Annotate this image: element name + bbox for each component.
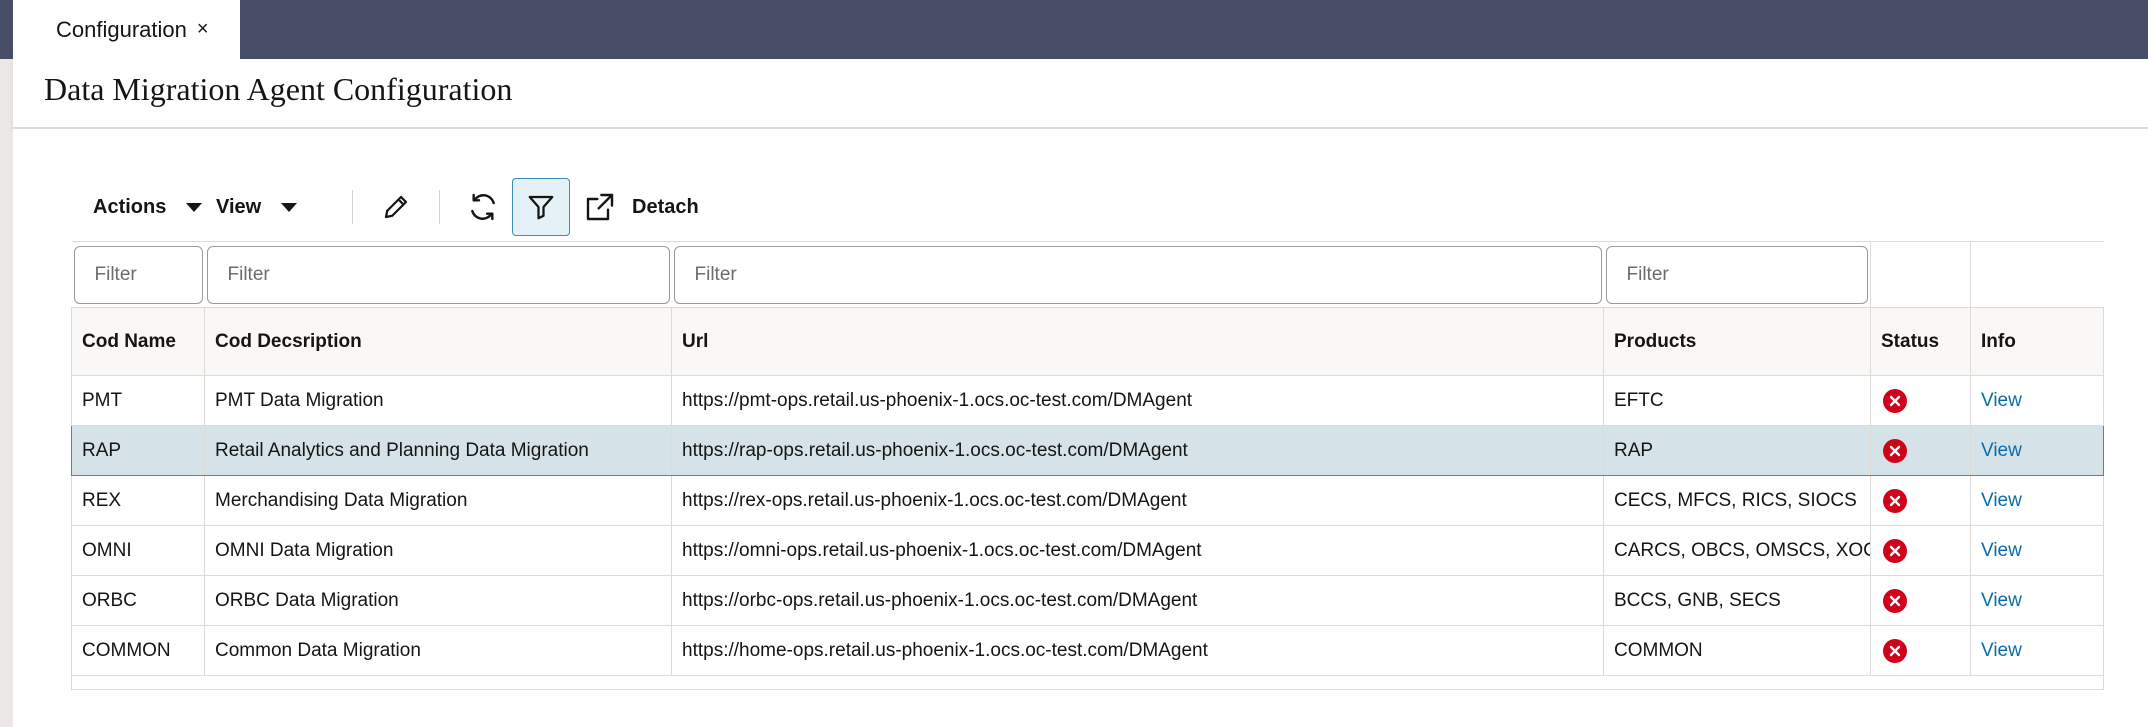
chevron-down-icon <box>186 202 203 212</box>
filter-row <box>71 241 2104 308</box>
cell-description: PMT Data Migration <box>204 375 672 426</box>
pencil-icon <box>384 195 408 219</box>
refresh-icon <box>471 193 495 221</box>
table-row[interactable]: ORBC ORBC Data Migration https://orbc-op… <box>71 575 2104 626</box>
view-link[interactable]: View <box>1981 490 2022 511</box>
column-header-products[interactable]: Products <box>1603 307 1871 376</box>
page-title: Data Migration Agent Configuration <box>44 71 513 107</box>
agent-table: Cod Name Cod Decsription Url Products St… <box>71 241 2104 690</box>
cell-info: View <box>1970 475 2104 526</box>
detach-label: Detach <box>632 195 699 218</box>
cell-code: ORBC <box>71 575 205 626</box>
filter-cell <box>204 241 672 308</box>
cell-products: COMMON <box>1603 625 1871 676</box>
chevron-down-icon <box>281 202 298 212</box>
cod-name-filter-input[interactable] <box>73 245 203 304</box>
table-footer-spacer <box>71 675 2104 690</box>
tab-bar: Configuration × <box>0 0 2148 59</box>
error-icon <box>1883 488 1907 513</box>
filter-cell-empty <box>1870 241 1971 308</box>
view-link[interactable]: View <box>1981 390 2022 411</box>
cell-status <box>1870 625 1971 676</box>
table-row[interactable]: PMT PMT Data Migration https://pmt-ops.r… <box>71 375 2104 426</box>
edit-button[interactable] <box>367 178 425 236</box>
column-header-info[interactable]: Info <box>1970 307 2104 376</box>
table-footer-cell <box>71 675 2104 690</box>
error-icon <box>1883 638 1907 663</box>
tab-configuration[interactable]: Configuration × <box>13 0 240 59</box>
refresh-button[interactable] <box>454 178 512 236</box>
cell-info: View <box>1970 525 2104 576</box>
cell-description: ORBC Data Migration <box>204 575 672 626</box>
cell-url: https://pmt-ops.retail.us-phoenix-1.ocs.… <box>671 375 1604 426</box>
filter-cell <box>1603 241 1871 308</box>
cell-description: Common Data Migration <box>204 625 672 676</box>
cell-url: https://omni-ops.retail.us-phoenix-1.ocs… <box>671 525 1604 576</box>
cell-info: View <box>1970 425 2104 476</box>
close-icon[interactable]: × <box>197 18 209 41</box>
toolbar-separator <box>439 190 440 224</box>
error-icon <box>1883 588 1907 613</box>
cell-description: Retail Analytics and Planning Data Migra… <box>204 425 672 476</box>
cell-products: CARCS, OBCS, OMSCS, XOCS <box>1603 525 1871 576</box>
actions-menu-button[interactable]: Actions <box>64 178 216 236</box>
cell-products: EFTC <box>1603 375 1871 426</box>
cell-status <box>1870 525 1971 576</box>
cell-status <box>1870 375 1971 426</box>
filter-toggle-button[interactable] <box>512 178 570 236</box>
view-label: View <box>216 195 262 218</box>
cell-code: REX <box>71 475 205 526</box>
cell-code: PMT <box>71 375 205 426</box>
cell-code: OMNI <box>71 525 205 576</box>
cell-url: https://rex-ops.retail.us-phoenix-1.ocs.… <box>671 475 1604 526</box>
cell-code: RAP <box>71 425 205 476</box>
cell-url: https://orbc-ops.retail.us-phoenix-1.ocs… <box>671 575 1604 626</box>
view-menu-button[interactable]: View <box>216 178 352 236</box>
filter-cell <box>671 241 1604 308</box>
detach-icon <box>586 193 614 221</box>
table-row[interactable]: RAP Retail Analytics and Planning Data M… <box>71 425 2104 476</box>
toolbar: Actions View Detach <box>64 178 699 236</box>
cod-description-filter-input[interactable] <box>206 245 670 304</box>
header-row: Cod Name Cod Decsription Url Products St… <box>71 307 2104 376</box>
products-filter-input[interactable] <box>1605 245 1868 304</box>
cell-status <box>1870 475 1971 526</box>
filter-cell <box>71 241 205 308</box>
cell-code: COMMON <box>71 625 205 676</box>
url-filter-input[interactable] <box>673 245 1602 304</box>
cell-description: OMNI Data Migration <box>204 525 672 576</box>
cell-products: BCCS, GNB, SECS <box>1603 575 1871 626</box>
column-header-cod-description[interactable]: Cod Decsription <box>204 307 672 376</box>
filter-icon <box>528 195 554 220</box>
page-header: Data Migration Agent Configuration <box>13 59 2148 128</box>
cell-status <box>1870 425 1971 476</box>
error-icon <box>1883 388 1907 413</box>
cell-info: View <box>1970 575 2104 626</box>
column-header-url[interactable]: Url <box>671 307 1604 376</box>
cell-products: RAP <box>1603 425 1871 476</box>
actions-label: Actions <box>93 195 167 218</box>
cell-products: CECS, MFCS, RICS, SIOCS <box>1603 475 1871 526</box>
cell-status <box>1870 575 1971 626</box>
column-header-cod-name[interactable]: Cod Name <box>71 307 205 376</box>
detach-button[interactable]: Detach <box>584 178 699 236</box>
tab-label: Configuration <box>56 16 187 42</box>
cell-description: Merchandising Data Migration <box>204 475 672 526</box>
cell-info: View <box>1970 375 2104 426</box>
view-link[interactable]: View <box>1981 590 2022 611</box>
toolbar-separator <box>352 190 353 224</box>
filter-cell-empty <box>1970 241 2104 308</box>
view-link[interactable]: View <box>1981 440 2022 461</box>
table-row[interactable]: OMNI OMNI Data Migration https://omni-op… <box>71 525 2104 576</box>
error-icon <box>1883 438 1907 463</box>
column-header-status[interactable]: Status <box>1870 307 1971 376</box>
table-row[interactable]: COMMON Common Data Migration https://hom… <box>71 625 2104 676</box>
cell-url: https://rap-ops.retail.us-phoenix-1.ocs.… <box>671 425 1604 476</box>
view-link[interactable]: View <box>1981 540 2022 561</box>
error-icon <box>1883 538 1907 563</box>
view-link[interactable]: View <box>1981 640 2022 661</box>
cell-info: View <box>1970 625 2104 676</box>
cell-url: https://home-ops.retail.us-phoenix-1.ocs… <box>671 625 1604 676</box>
table-row[interactable]: REX Merchandising Data Migration https:/… <box>71 475 2104 526</box>
